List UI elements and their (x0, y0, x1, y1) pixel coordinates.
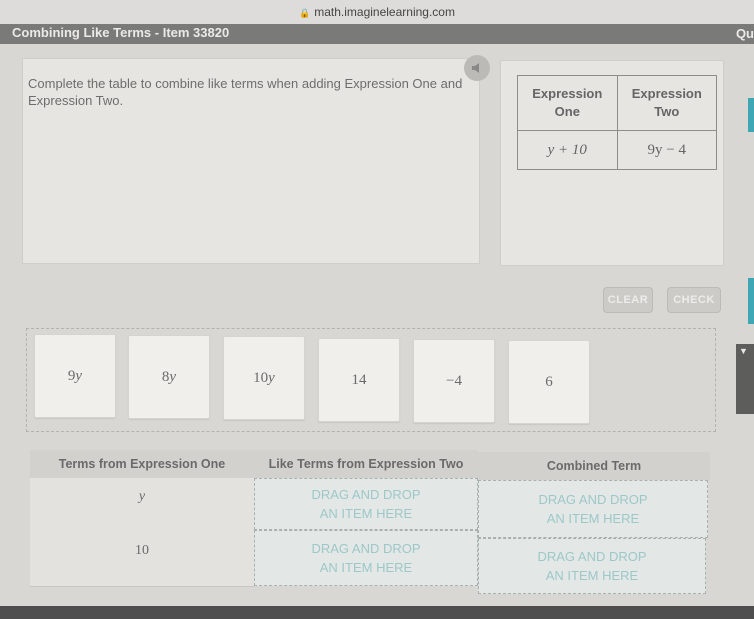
tile-9y[interactable]: 9y (34, 334, 116, 418)
drop-placeholder-line2: AN ITEM HERE (545, 568, 639, 583)
tile-label: 8y (161, 368, 177, 385)
lock-icon: 🔒 (299, 8, 311, 18)
tile-label: 6 (545, 373, 553, 390)
clear-button[interactable]: CLEAR (603, 287, 653, 313)
drop-placeholder-line2: AN ITEM HERE (319, 560, 413, 575)
audio-button[interactable] (464, 55, 490, 81)
variable-y: y (169, 368, 177, 385)
tile-label: 9y (67, 367, 83, 384)
drop-placeholder-line1: DRAG AND DROP (311, 541, 421, 556)
tile-minus-4[interactable]: −4 (413, 339, 495, 423)
side-collapse-button[interactable]: ▼ (736, 344, 754, 414)
drop-zone-combined-row-1[interactable]: DRAG AND DROP AN ITEM HERE (478, 480, 708, 538)
work-table: Terms from Expression One Like Terms fro… (30, 450, 710, 594)
drop-zone-like-term-row-2[interactable]: DRAG AND DROP AN ITEM HERE (254, 530, 478, 586)
page-title: Combining Like Terms - Item 33820 (12, 25, 230, 40)
drop-placeholder-line1: DRAG AND DROP (537, 549, 647, 564)
speaker-icon (472, 63, 479, 73)
expression-two-text: 9y − 4 (647, 141, 687, 158)
expression-one-text: y + 10 (547, 141, 587, 158)
prompt-panel: Complete the table to combine like terms… (22, 58, 480, 264)
drop-placeholder-line1: DRAG AND DROP (311, 487, 421, 502)
tile-label: 14 (351, 371, 367, 388)
header-like-terms-expression-two: Like Terms from Expression Two (254, 450, 478, 478)
drop-placeholder-line2: AN ITEM HERE (319, 506, 413, 521)
header-terms-expression-one: Terms from Expression One (30, 450, 254, 478)
variable-y: y (75, 367, 83, 384)
expression-two-header: Expression Two (616, 75, 718, 131)
tile-10y[interactable]: 10y (223, 336, 305, 420)
tile-6[interactable]: 6 (508, 340, 590, 424)
tile-14[interactable]: 14 (318, 338, 400, 422)
drop-placeholder-line2: AN ITEM HERE (546, 511, 640, 526)
tile-label: 10y (253, 369, 275, 386)
drop-zone-combined-row-2[interactable]: DRAG AND DROP AN ITEM HERE (478, 538, 706, 594)
term-text: y (138, 489, 146, 504)
triangle-down-icon: ▼ (739, 346, 748, 356)
prompt-text: Complete the table to combine like terms… (28, 76, 463, 108)
tile-label: −4 (446, 372, 462, 389)
term-text: 10 (135, 543, 149, 558)
term-cell-y: y (30, 478, 254, 531)
expression-table: Expression One Expression Two y + 10 9y … (517, 75, 718, 170)
drop-zone-like-term-row-1[interactable]: DRAG AND DROP AN ITEM HERE (254, 478, 478, 530)
drop-placeholder-line1: DRAG AND DROP (538, 492, 648, 507)
footer-bar (0, 606, 754, 619)
header-combined-term: Combined Term (478, 452, 710, 480)
url-text: math.imaginelearning.com (314, 5, 455, 19)
expression-one-value: y + 10 (517, 130, 618, 170)
expression-one-header: Expression One (517, 75, 618, 131)
expression-two-value: 9y − 4 (616, 130, 718, 170)
browser-url-bar[interactable]: 🔒 math.imaginelearning.com (0, 0, 754, 24)
header-right-label[interactable]: Qu (736, 26, 754, 41)
expression-panel: Expression One Expression Two y + 10 9y … (500, 60, 724, 266)
term-cell-10: 10 (30, 530, 254, 587)
title-bar: Combining Like Terms - Item 33820 Qu (0, 24, 754, 44)
check-button[interactable]: CHECK (667, 287, 721, 313)
tile-8y[interactable]: 8y (128, 335, 210, 419)
side-tab-top[interactable] (748, 98, 754, 132)
side-tab-middle[interactable] (748, 278, 754, 324)
variable-y: y (268, 369, 275, 386)
